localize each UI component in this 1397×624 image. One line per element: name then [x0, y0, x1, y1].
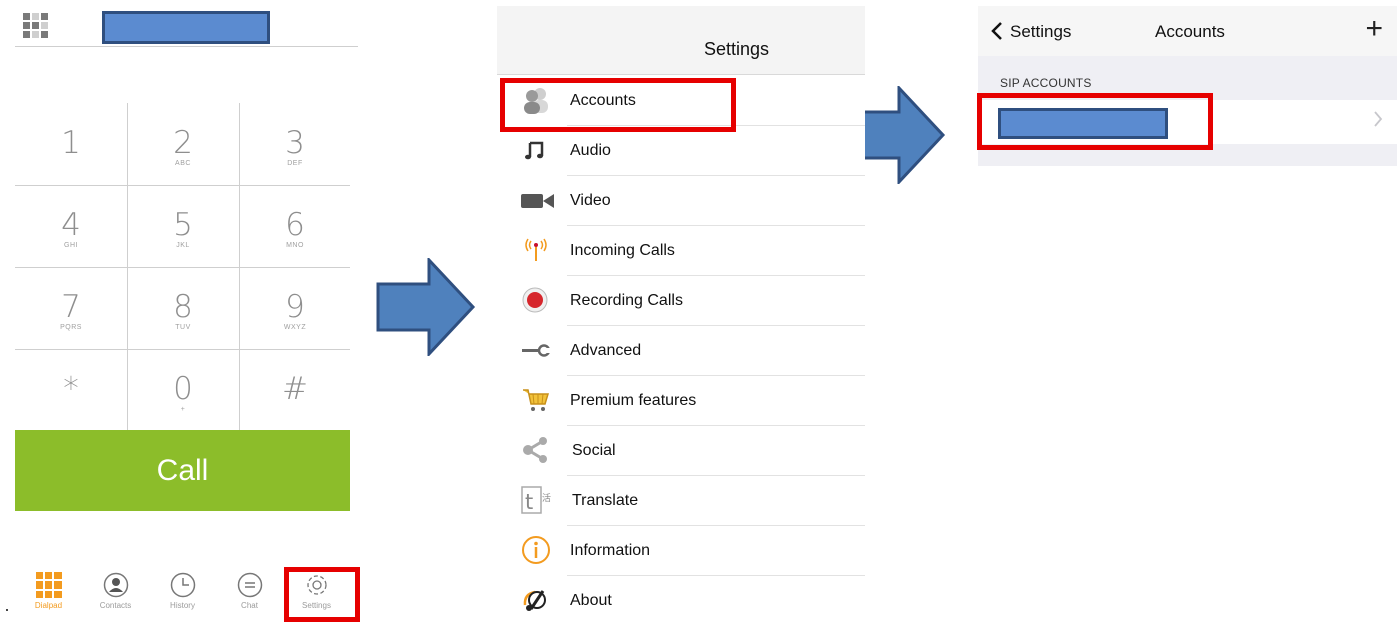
key-letters: MNO [286, 242, 304, 249]
chat-icon [237, 572, 263, 598]
settings-item-about[interactable]: About [497, 576, 865, 624]
key-2[interactable]: 2 ABC [127, 103, 239, 185]
tab-contacts[interactable]: Contacts [82, 566, 149, 616]
music-note-icon [521, 135, 551, 165]
page-title: Settings [703, 39, 769, 59]
tab-label: Chat [241, 601, 258, 610]
key-letters: TUV [175, 324, 191, 331]
call-button[interactable]: Call [15, 430, 350, 511]
svg-text:t: t [525, 490, 533, 514]
settings-item-advanced[interactable]: Advanced [497, 326, 865, 376]
settings-item-recording-calls[interactable]: Recording Calls [497, 276, 865, 326]
settings-item-translate[interactable]: t活 Translate [497, 476, 865, 526]
settings-item-social[interactable]: Social [497, 426, 865, 476]
settings-item-label: Advanced [570, 342, 642, 359]
tab-label: History [170, 601, 195, 610]
info-icon [521, 535, 551, 565]
settings-header: Settings [497, 6, 865, 75]
key-5[interactable]: 5 JKL [127, 185, 239, 267]
key-8[interactable]: 8 TUV [127, 267, 239, 349]
key-letters: GHI [64, 242, 78, 249]
key-0[interactable]: 0 + [127, 349, 239, 431]
settings-item-label: Information [570, 542, 651, 559]
settings-item-label: Incoming Calls [570, 242, 675, 259]
key-star[interactable]: * [15, 349, 127, 431]
key-digit: 0 [173, 371, 193, 407]
settings-item-incoming-calls[interactable]: Incoming Calls [497, 226, 865, 276]
cart-icon [521, 385, 551, 415]
key-digit: * [63, 371, 79, 407]
settings-item-label: Video [570, 192, 611, 209]
settings-item-label: Audio [570, 142, 611, 159]
qr-code-icon[interactable] [23, 13, 48, 38]
key-digit: # [282, 371, 308, 407]
key-digit: 8 [173, 289, 193, 325]
tab-label: Dialpad [34, 601, 63, 610]
key-letters: PQRS [60, 324, 82, 331]
highlight-settings-tab [284, 567, 360, 622]
keypad: 1 2 ABC 3 DEF 4 GHI 5 JKL 6 MNO 7 PQRS 8 [15, 103, 350, 430]
translate-icon: t活 [521, 485, 551, 515]
history-icon [170, 572, 196, 598]
arrow-right-icon [376, 258, 476, 356]
key-9[interactable]: 9 WXYZ [239, 267, 351, 349]
contacts-icon [103, 572, 129, 598]
key-digit: 1 [61, 125, 81, 161]
highlight-accounts-item [500, 78, 736, 132]
key-6[interactable]: 6 MNO [239, 185, 351, 267]
wrench-icon [521, 335, 551, 365]
chevron-left-icon[interactable] [991, 22, 1003, 40]
dialpad-screen: 1 2 ABC 3 DEF 4 GHI 5 JKL 6 MNO 7 PQRS 8 [0, 0, 360, 624]
share-icon [521, 435, 551, 465]
key-digit: 4 [61, 207, 81, 243]
key-3[interactable]: 3 DEF [239, 103, 351, 185]
tab-dialpad[interactable]: Dialpad [15, 566, 82, 616]
key-letters: WXYZ [283, 324, 307, 331]
key-digit: 7 [61, 289, 81, 325]
key-digit: 5 [173, 207, 193, 243]
back-button[interactable]: Settings [1010, 22, 1071, 42]
key-digit: 2 [173, 125, 193, 161]
chevron-right-icon [1374, 111, 1383, 127]
nav-bar: Settings Accounts + [978, 6, 1397, 56]
key-letters: JKL [176, 242, 190, 249]
settings-item-information[interactable]: Information [497, 526, 865, 576]
dialpad-icon [35, 572, 62, 598]
redacted-number [102, 11, 270, 44]
key-hash[interactable]: # [239, 349, 351, 431]
settings-item-label: Translate [572, 492, 639, 509]
video-camera-icon [521, 185, 554, 215]
record-icon [521, 285, 551, 315]
about-icon [521, 585, 551, 615]
svg-text:活: 活 [542, 492, 551, 504]
settings-item-label: Premium features [570, 392, 697, 409]
add-account-button[interactable]: + [1365, 14, 1383, 44]
corner-mark [6, 609, 8, 611]
number-field-divider [15, 46, 358, 47]
key-digit: 3 [285, 125, 305, 161]
section-label: SIP ACCOUNTS [1000, 76, 1092, 90]
highlight-sip-account [977, 93, 1213, 150]
settings-item-label: Social [572, 442, 616, 459]
settings-item-video[interactable]: Video [497, 176, 865, 226]
page-title: Accounts [1155, 22, 1225, 41]
key-letters: DEF [287, 160, 303, 167]
settings-item-label: About [570, 592, 612, 609]
key-7[interactable]: 7 PQRS [15, 267, 127, 349]
key-letters: ABC [175, 160, 191, 167]
antenna-icon [521, 235, 551, 265]
key-digit: 9 [285, 289, 305, 325]
key-1[interactable]: 1 [15, 103, 127, 185]
tab-label: Contacts [99, 601, 132, 610]
key-4[interactable]: 4 GHI [15, 185, 127, 267]
settings-item-premium-features[interactable]: Premium features [497, 376, 865, 426]
tab-chat[interactable]: Chat [216, 566, 283, 616]
key-digit: 6 [285, 207, 305, 243]
settings-item-label: Recording Calls [570, 292, 683, 309]
key-letters: + [180, 406, 186, 413]
settings-item-audio[interactable]: Audio [497, 126, 865, 176]
tab-history[interactable]: History [149, 566, 216, 616]
